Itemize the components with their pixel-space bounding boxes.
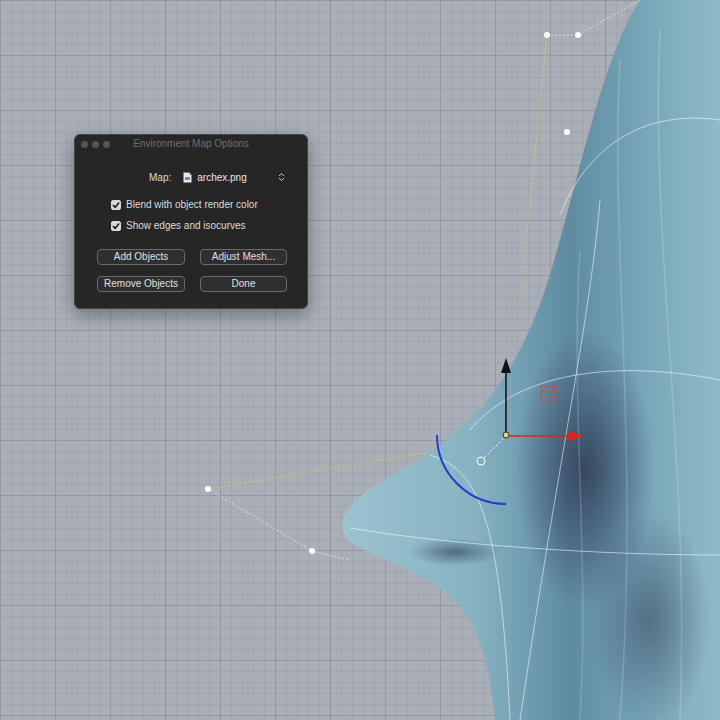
modeling-canvas[interactable]: Environment Map Options Map: archex.png Bl… [0, 0, 720, 720]
map-label: Map: [149, 170, 171, 185]
option-label: Blend with object render color [126, 197, 258, 212]
transform-gizmo[interactable] [437, 358, 583, 504]
button-grid: Add Objects Adjust Mesh... Remove Objects D… [97, 249, 285, 292]
check-icon [112, 222, 120, 230]
dialog-button[interactable]: Done [200, 276, 287, 292]
up-arrow-icon[interactable] [505, 372, 507, 435]
rotate-handle-icon[interactable] [437, 435, 506, 504]
right-arrow-icon[interactable] [506, 435, 568, 437]
close-icon[interactable] [81, 141, 88, 148]
map-row: Map: archex.png [97, 169, 285, 185]
minimize-icon[interactable] [92, 141, 99, 148]
check-icon [112, 201, 120, 209]
updown-arrows-icon[interactable] [278, 172, 285, 182]
zoom-icon[interactable] [103, 141, 110, 148]
file-icon [183, 172, 192, 183]
dialog-body: Map: archex.png Blend with object render c… [75, 153, 307, 308]
options-list: Blend with object render color Show edges… [97, 197, 285, 233]
dialog-button[interactable]: Adjust Mesh... [200, 249, 287, 265]
option-checkbox[interactable] [111, 221, 121, 231]
map-file-name: archex.png [197, 170, 246, 185]
dialog-button[interactable]: Remove Objects [97, 276, 185, 292]
dialog-button[interactable]: Add Objects [97, 249, 185, 265]
option-label: Show edges and isocurves [126, 218, 246, 233]
window-title: Environment Map Options [75, 138, 307, 150]
environment-map-dialog: Environment Map Options Map: archex.png Bl… [74, 134, 308, 309]
title-bar: Environment Map Options [75, 135, 307, 153]
option-row[interactable]: Show edges and isocurves [111, 218, 285, 233]
scene-view[interactable] [0, 0, 720, 720]
plane-handle-icon[interactable] [541, 386, 555, 402]
map-popup[interactable]: archex.png [183, 170, 285, 185]
option-row[interactable]: Blend with object render color [111, 197, 285, 212]
option-checkbox[interactable] [111, 200, 121, 210]
surface-shape[interactable] [342, 0, 720, 720]
